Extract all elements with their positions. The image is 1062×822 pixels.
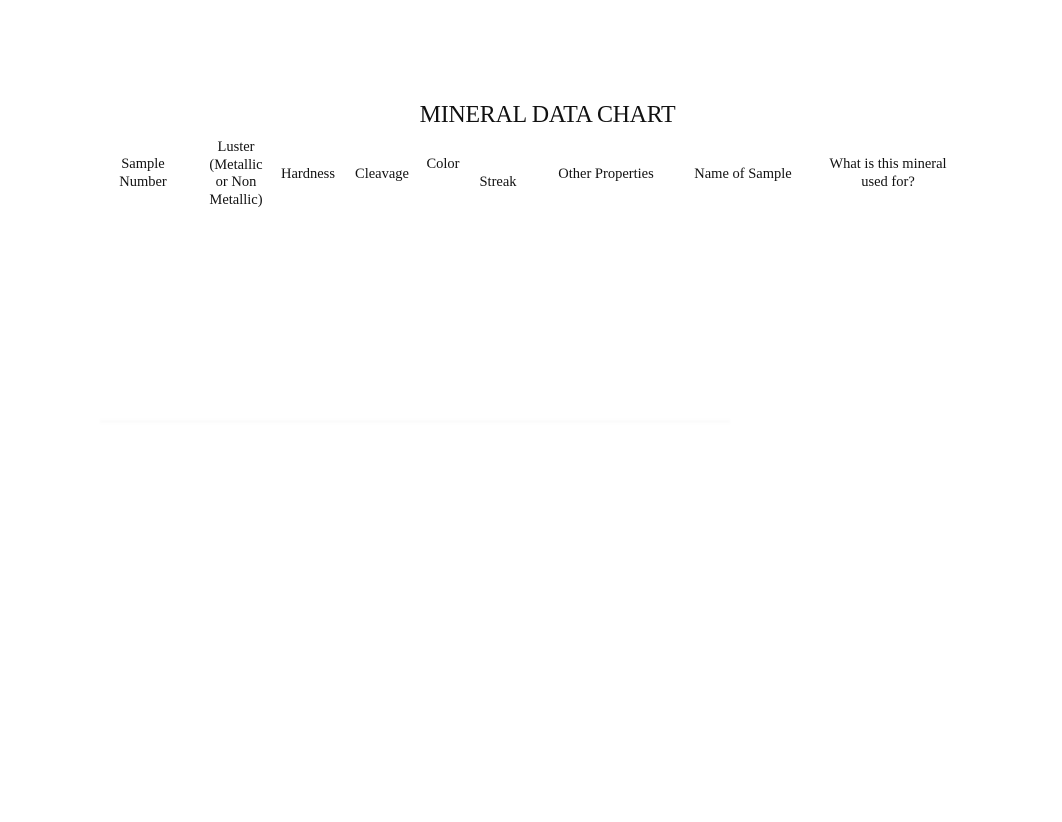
header-line: used for? [861, 173, 915, 190]
faint-divider [100, 419, 730, 424]
header-line: Sample [121, 156, 165, 172]
page-title: MINERAL DATA CHART [419, 102, 676, 128]
column-header-cleavage: Cleavage [355, 166, 409, 184]
document-page: MINERAL DATA CHART Sample Number Luster … [0, 0, 1062, 822]
column-header-luster: Luster (Metallic or Non Metallic) [209, 139, 262, 210]
header-line: Other Properties [558, 166, 654, 182]
column-header-hardness: Hardness [281, 166, 335, 184]
column-header-other-properties: Other Properties [558, 166, 653, 184]
header-line: What is this mineral [829, 156, 947, 172]
column-header-color: Color [426, 156, 459, 174]
header-line: Hardness [281, 166, 335, 182]
header-line: (Metallic [209, 156, 263, 173]
header-line: Color [426, 156, 460, 172]
column-header-sample-number: Sample Number [119, 156, 167, 191]
header-line: or Non [215, 174, 257, 191]
header-line: Name of Sample [694, 166, 792, 182]
header-line: Luster [217, 139, 255, 155]
header-line: Streak [479, 174, 517, 190]
column-header-name-of-sample: Name of Sample [694, 166, 791, 184]
column-header-mineral-use: What is this mineral used for? [829, 156, 946, 191]
header-line: Cleavage [355, 166, 409, 182]
column-header-streak: Streak [479, 174, 516, 192]
header-line: Number [119, 173, 167, 190]
header-line: Metallic) [209, 192, 263, 209]
